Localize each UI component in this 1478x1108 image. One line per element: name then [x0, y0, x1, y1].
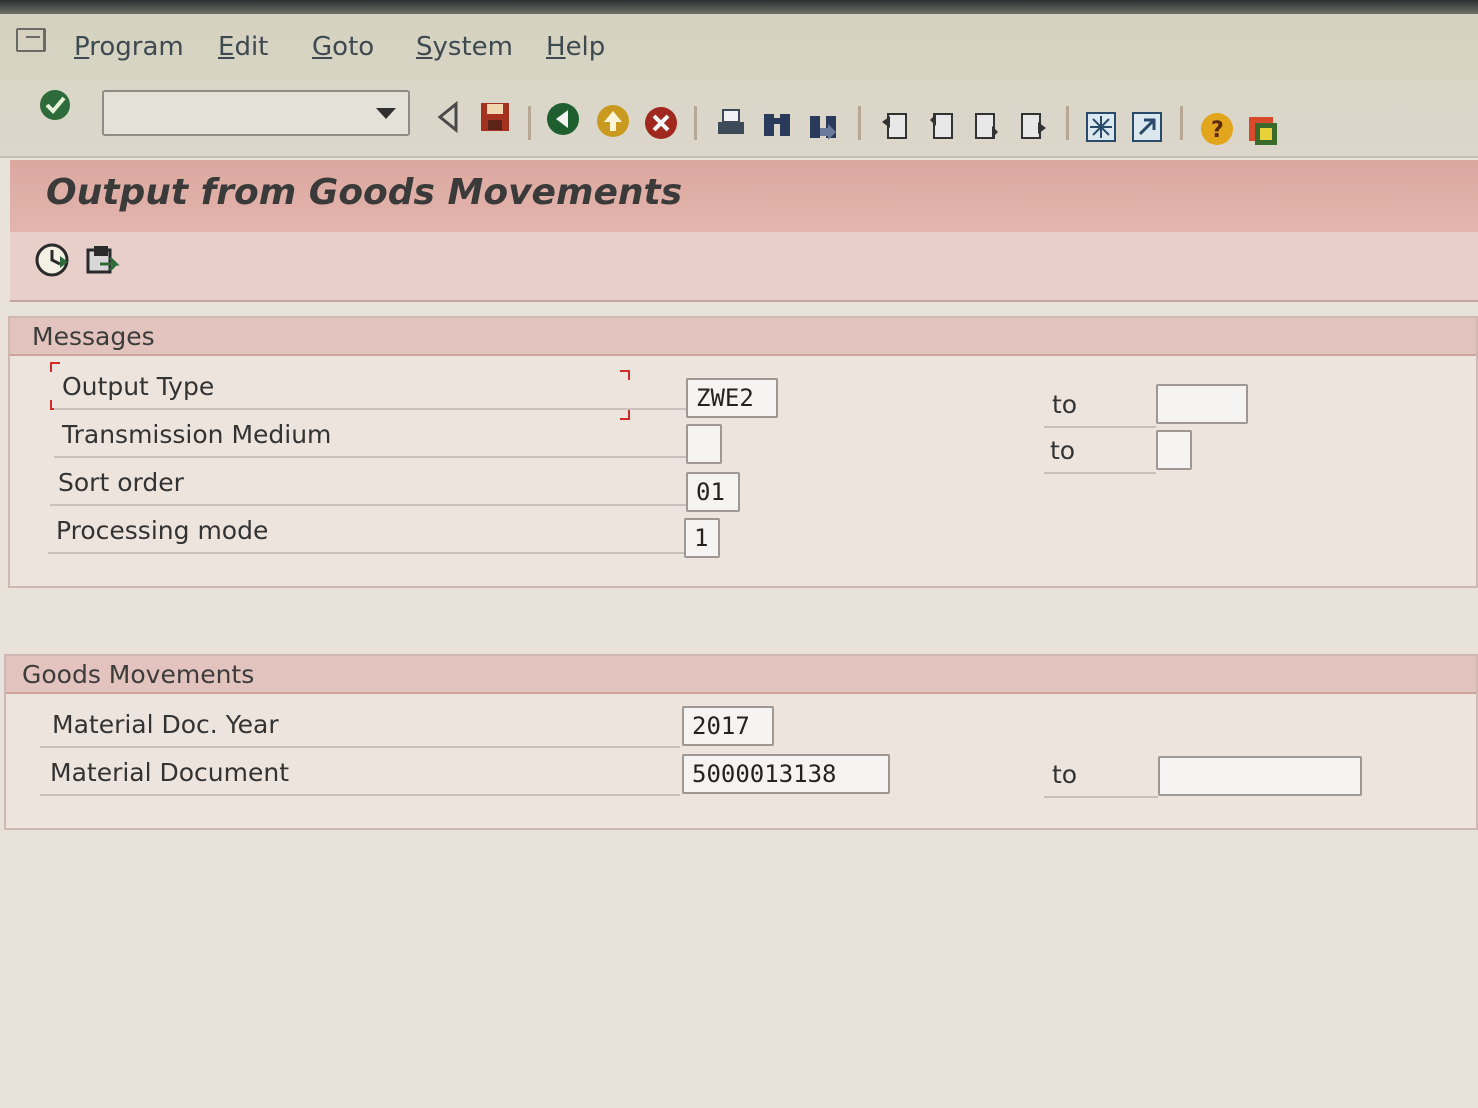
row-divider: [1044, 426, 1156, 428]
material-document-field[interactable]: 5000013138: [682, 754, 890, 794]
material-document-label: Material Document: [50, 758, 290, 787]
shortcut-icon[interactable]: [1130, 110, 1164, 144]
menu-help[interactable]: Help: [546, 32, 605, 62]
transmission-medium-to-field[interactable]: [1156, 430, 1192, 470]
application-toolbar: [10, 232, 1478, 302]
toolbar-separator: [528, 106, 531, 140]
output-type-to-label: to: [1052, 390, 1078, 419]
output-type-field[interactable]: ZWE2: [686, 378, 778, 418]
processing-mode-row: Processing mode: [48, 512, 688, 554]
transmission-medium-field[interactable]: [686, 424, 722, 464]
material-doc-year-row: Material Doc. Year: [40, 706, 680, 748]
exit-icon[interactable]: [596, 104, 630, 138]
messages-section: Messages Output Type ZWE2 to Transmissio…: [8, 316, 1478, 588]
find-next-icon[interactable]: [806, 108, 840, 142]
execute-icon[interactable]: [34, 242, 70, 278]
material-document-to-label: to: [1052, 760, 1078, 789]
toolbar-separator: [858, 106, 861, 140]
material-doc-year-label: Material Doc. Year: [52, 710, 279, 739]
sort-order-label: Sort order: [58, 468, 184, 497]
next-page-icon[interactable]: [970, 108, 1004, 142]
toolbar-separator: [1066, 106, 1069, 140]
menu-bar: Program Edit Goto System Help: [0, 14, 1478, 80]
row-divider: [1044, 796, 1158, 798]
get-variant-icon[interactable]: [84, 242, 120, 278]
sort-order-row: Sort order: [50, 464, 690, 506]
sort-order-field[interactable]: 01: [686, 472, 740, 512]
material-doc-year-field[interactable]: 2017: [682, 706, 774, 746]
material-document-to-field[interactable]: [1158, 756, 1362, 796]
output-type-label: Output Type: [62, 372, 215, 401]
chevron-down-icon[interactable]: [376, 108, 396, 119]
create-session-icon[interactable]: [1084, 110, 1118, 144]
find-icon[interactable]: [760, 106, 794, 140]
processing-mode-label: Processing mode: [56, 516, 269, 545]
enter-check-icon[interactable]: [38, 88, 72, 122]
window-top-edge: [0, 0, 1478, 14]
back-arrow-icon[interactable]: [432, 100, 466, 134]
first-page-icon[interactable]: [878, 108, 912, 142]
toolbar-separator: [694, 106, 697, 140]
back-icon[interactable]: [546, 102, 580, 136]
command-field[interactable]: [102, 90, 410, 136]
goods-movements-section-header: Goods Movements: [6, 656, 1476, 694]
material-document-row: Material Document: [40, 754, 680, 796]
transmission-medium-to-label: to: [1050, 436, 1076, 465]
save-icon[interactable]: [478, 100, 512, 134]
last-page-icon[interactable]: [1016, 108, 1050, 142]
goods-movements-section: Goods Movements Material Doc. Year 2017 …: [4, 654, 1478, 830]
title-bar: Output from Goods Movements: [10, 160, 1478, 232]
previous-page-icon[interactable]: [924, 108, 958, 142]
help-icon[interactable]: ?: [1200, 112, 1234, 146]
page-title: Output from Goods Movements: [46, 172, 683, 213]
layout-icon[interactable]: [1246, 114, 1280, 148]
transmission-medium-label: Transmission Medium: [62, 420, 332, 449]
row-divider: [1044, 472, 1156, 474]
transmission-medium-row: Transmission Medium: [54, 416, 688, 458]
messages-section-header: Messages: [10, 318, 1476, 356]
menu-program[interactable]: Program: [74, 32, 184, 62]
menu-edit[interactable]: Edit: [218, 32, 268, 62]
svg-text:?: ?: [1211, 118, 1224, 143]
output-type-row: Output Type: [54, 368, 688, 410]
processing-mode-field[interactable]: 1: [684, 518, 720, 558]
toolbar-separator: [1180, 106, 1183, 140]
system-menu-icon[interactable]: [16, 28, 46, 52]
standard-toolbar: ?: [0, 80, 1478, 158]
menu-goto[interactable]: Goto: [312, 32, 374, 62]
cancel-icon[interactable]: [644, 106, 678, 140]
print-icon[interactable]: [714, 106, 748, 140]
output-type-to-field[interactable]: [1156, 384, 1248, 424]
menu-system[interactable]: System: [416, 32, 513, 62]
